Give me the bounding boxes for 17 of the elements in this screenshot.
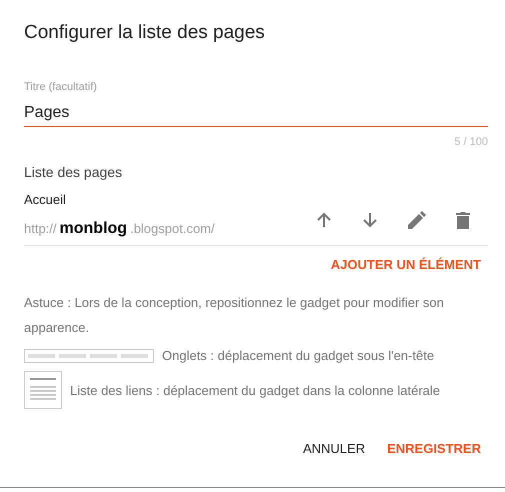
- arrow-down-icon[interactable]: [362, 212, 378, 228]
- dialog-title: Configurer la liste des pages: [24, 21, 266, 45]
- page-url: http://: [24, 220, 57, 238]
- pencil-icon[interactable]: [408, 211, 426, 229]
- tabs-layout-icon: [24, 348, 154, 362]
- list-layout-icon: [24, 371, 62, 409]
- character-counter: 5 / 100: [454, 136, 488, 148]
- arrow-up-icon[interactable]: [316, 212, 332, 228]
- cancel-button[interactable]: ANNULER: [296, 435, 372, 462]
- section-label: Liste des pages: [24, 163, 124, 181]
- trash-icon[interactable]: [456, 211, 470, 229]
- field-label: Titre (facultatif): [24, 80, 98, 94]
- tip-text: Astuce : Lors de la conception, repositionnez le gadget pour modifier son apparence.: [24, 294, 445, 337]
- layout-description: Liste des liens : déplacement du gadget dans la colonne latérale: [70, 382, 440, 398]
- layout-description: Onglets : déplacement du gadget sous l'en-tête: [162, 348, 434, 363]
- page-name: Accueil: [24, 191, 67, 209]
- page-url: .blogspot.com/: [130, 220, 215, 238]
